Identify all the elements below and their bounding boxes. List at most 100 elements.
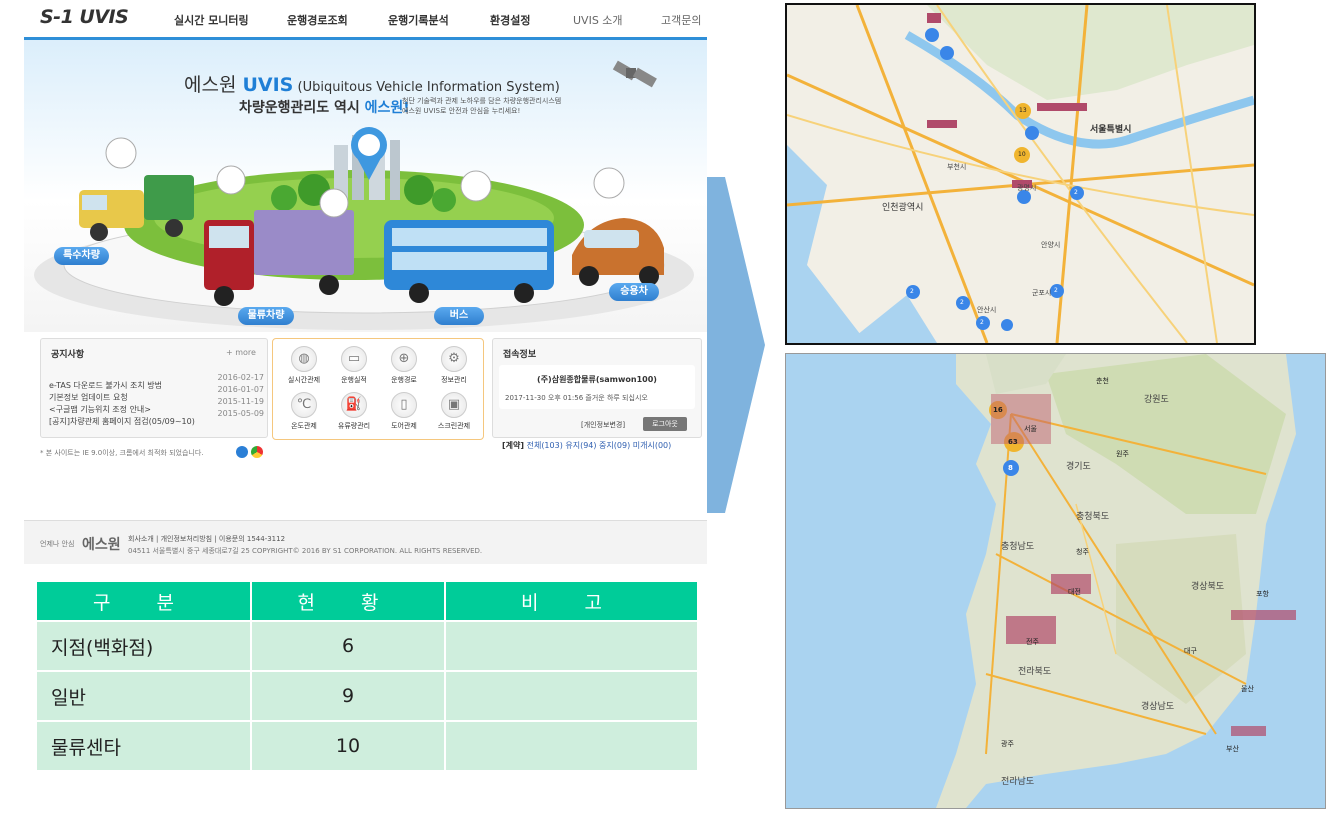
quick-fuel-management[interactable]: ⛽ 유류량관리	[331, 392, 377, 431]
map-label-seoul: 서울	[1024, 425, 1037, 433]
map-label-anyang: 안양시	[1041, 241, 1061, 249]
map-label-daegu: 대구	[1184, 647, 1197, 655]
map-label-busan: 부산	[1226, 745, 1239, 753]
map-label-wonju: 원주	[1116, 450, 1129, 458]
map-cluster[interactable]: 10	[1018, 151, 1026, 158]
cell-status: 10	[252, 722, 444, 770]
nav-customer-inquiry[interactable]: 고객문의	[661, 12, 701, 28]
edit-profile-button[interactable]: [개인정보변경]	[581, 420, 625, 430]
contract-stats: [계약] 전체(103) 유지(94) 중지(09) 미개시(00)	[502, 441, 672, 450]
hero-subtitle: 차량운행관리도 역시 에스원!	[239, 100, 410, 116]
car-label[interactable]: 승용차	[609, 283, 659, 301]
quick-realtime-control[interactable]: ◍ 실시간관제	[281, 346, 327, 385]
map-cluster[interactable]: 2	[960, 299, 964, 306]
map-label-gyeonggi: 경기도	[1066, 462, 1091, 472]
nav-uvis-intro[interactable]: UVIS 소개	[573, 12, 623, 28]
cell-remarks	[446, 722, 697, 770]
screen-icon: ▣	[441, 392, 467, 418]
header-remarks: 비 고	[446, 582, 697, 620]
footer-links[interactable]: 회사소개 | 개인정보처리방침 | 이용문의 1544-3112	[128, 534, 285, 544]
cell-status: 6	[252, 622, 444, 670]
notice-list: e-TAS 다운로드 불가시 조치 방법 2016-02-17 기본정보 업데이트…	[49, 373, 264, 426]
right-arrow-icon	[707, 177, 765, 513]
table-row: 일반 9	[37, 672, 697, 720]
route-globe-icon: ⊕	[391, 346, 417, 372]
map-label-jeonju: 전주	[1026, 638, 1039, 646]
notice-item[interactable]: <구글맵 기능위치 조정 안내> 2015-11-19	[49, 397, 264, 414]
map-cluster[interactable]: 2	[910, 288, 914, 295]
ie-icon	[236, 446, 248, 458]
quick-screen-control[interactable]: ▣ 스크린관제	[431, 392, 477, 431]
footer-address: 04511 서울특별시 중구 세종대로7길 25 COPYRIGHT© 2016…	[128, 547, 483, 555]
notice-item[interactable]: [공지]차량관제 홈페이지 점검(05/09~10) 2015-05-09	[49, 409, 264, 426]
chrome-icon	[251, 446, 263, 458]
map-label-daejeon: 대전	[1068, 588, 1081, 596]
map-label-chungnam: 충청남도	[1001, 542, 1035, 552]
door-icon: ▯	[391, 392, 417, 418]
nav-record-analysis[interactable]: 운행기록분석	[388, 12, 449, 28]
map-cluster[interactable]: 8	[1008, 464, 1013, 472]
satellite-icon	[612, 60, 657, 88]
map-cluster[interactable]: 63	[1008, 438, 1018, 446]
header-status: 현 황	[252, 582, 444, 620]
header-category: 구 분	[37, 582, 250, 620]
footer: 언제나 안심 에스원 회사소개 | 개인정보처리방침 | 이용문의 1544-3…	[24, 520, 707, 564]
table-header-row: 구 분 현 황 비 고	[37, 582, 697, 620]
nav-realtime-monitoring[interactable]: 실시간 모니터링	[174, 12, 249, 28]
map-label-pohang: 포항	[1256, 590, 1269, 598]
logout-button[interactable]: 로그아웃	[643, 417, 687, 431]
bus-label[interactable]: 버스	[434, 307, 484, 325]
gear-icon: ⚙	[441, 346, 467, 372]
map-label-chungbuk: 충청북도	[1076, 512, 1110, 522]
cell-status: 9	[252, 672, 444, 720]
map-label-incheon: 인천광역시	[882, 203, 924, 213]
quick-temperature-control[interactable]: ℃ 온도관제	[281, 392, 327, 431]
quick-door-control[interactable]: ▯ 도어관제	[381, 392, 427, 431]
map-label-gunpo: 군포시	[1032, 289, 1052, 297]
globe-icon: ◍	[291, 346, 317, 372]
map-label-gangwon: 강원도	[1144, 395, 1169, 405]
special-vehicle-label[interactable]: 특수차량	[54, 247, 109, 265]
quick-operation-results[interactable]: ▭ 운행실적	[331, 346, 377, 385]
quick-info-management[interactable]: ⚙ 정보관리	[431, 346, 477, 385]
quick-route[interactable]: ⊕ 운행경로	[381, 346, 427, 385]
cell-remarks	[446, 622, 697, 670]
map-label-bucheon: 부천시	[947, 163, 967, 171]
map-label-seoul: 서울특별시	[1090, 125, 1132, 135]
map-cluster[interactable]: 2	[1054, 287, 1058, 294]
notice-title: 공지사항	[51, 350, 85, 360]
nav-route-inquiry[interactable]: 운행경로조회	[287, 12, 348, 28]
notice-item[interactable]: e-TAS 다운로드 불가시 조치 방법 2016-02-17	[49, 373, 264, 390]
quick-menu: ◍ 실시간관제 ▭ 운행실적 ⊕ 운행경로 ⚙ 정보관리 ℃ 온도관제 ⛽ 유류량관리 ▯ 도…	[272, 338, 484, 440]
cell-remarks	[446, 672, 697, 720]
map-cluster[interactable]: 2	[980, 319, 984, 326]
access-info-box: (주)삼원종합물류(samwon100) 2017-11-30 오후 01:56…	[499, 365, 695, 409]
login-time: 2017-11-30 오후 01:56 즐거운 하루 되십시오	[505, 394, 648, 402]
korea-map[interactable]: 강원도 경기도 충청남도 충청북도 전라북도 경상북도 경상남도 전라남도 서울…	[785, 353, 1326, 809]
seoul-metro-map[interactable]: 서울특별시 인천광역시 부천시 광명시 안양시 군포시 안산시 13 10 2 …	[785, 3, 1256, 345]
fuel-icon: ⛽	[341, 392, 367, 418]
map-label-gyeongnam: 경상남도	[1141, 702, 1175, 712]
notice-panel: 공지사항 + more e-TAS 다운로드 불가시 조치 방법 2016-02-…	[40, 338, 268, 438]
map-cluster[interactable]: 13	[1019, 107, 1027, 114]
map-cluster[interactable]: 2	[1074, 189, 1078, 196]
cell-category: 물류센타	[37, 722, 250, 770]
status-table: 구 분 현 황 비 고 지점(백화점) 6 일반 9 물류센타 10	[35, 580, 699, 772]
map-label-ulsan: 울산	[1241, 685, 1254, 693]
logistics-vehicle-label[interactable]: 물류차량	[238, 307, 294, 325]
monitor-icon: ▭	[341, 346, 367, 372]
map-label-ansan: 안산시	[977, 306, 997, 314]
notice-item[interactable]: 기본정보 업데이트 요청 2016-01-07	[49, 385, 264, 402]
map-cluster[interactable]: 16	[993, 406, 1003, 414]
footer-slogan: 언제나 안심	[40, 540, 75, 548]
table-row: 물류센타 10	[37, 722, 697, 770]
notice-more-link[interactable]: + more	[226, 348, 256, 357]
table-row: 지점(백화점) 6	[37, 622, 697, 670]
thermometer-icon: ℃	[291, 392, 317, 418]
uvis-logo[interactable]: S-1 UVIS	[40, 6, 129, 28]
hero-description: 첨단 기술력과 관제 노하우를 담은 차량운행관리시스템 에스원 UVIS로 안전…	[402, 97, 562, 115]
map-label-gwangmyeong: 광명시	[1017, 184, 1037, 192]
nav-settings[interactable]: 환경설정	[490, 12, 530, 28]
map-label-cheongju: 청주	[1076, 548, 1089, 556]
hero-title: 에스원 UVIS (Ubiquitous Vehicle Information…	[184, 74, 560, 96]
